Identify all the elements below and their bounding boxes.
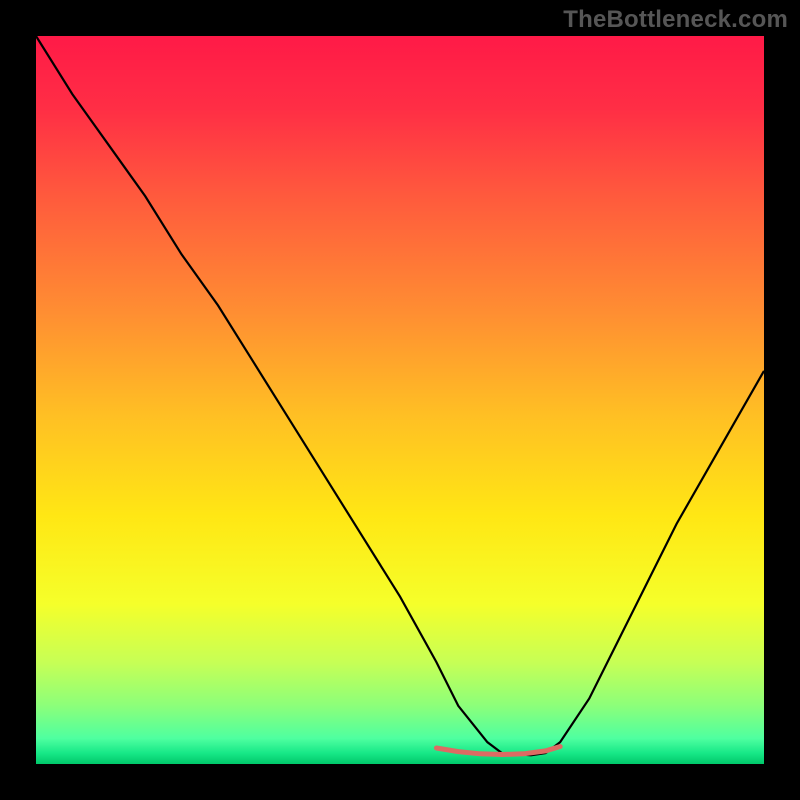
watermark-text: TheBottleneck.com bbox=[563, 6, 788, 34]
chart-frame: TheBottleneck.com bbox=[0, 0, 800, 800]
gradient-background bbox=[36, 36, 764, 764]
plot-area bbox=[36, 36, 764, 764]
chart-svg bbox=[36, 36, 764, 764]
